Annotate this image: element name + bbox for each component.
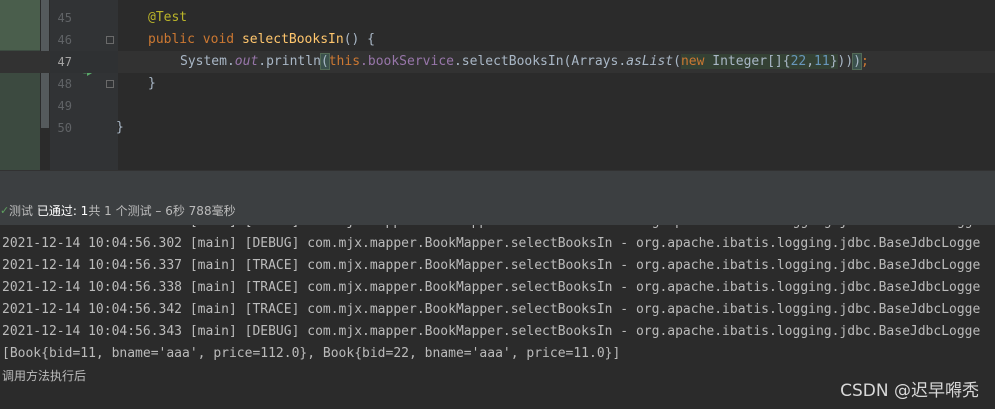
code-text: } <box>116 120 124 135</box>
line-number: 48 <box>57 77 72 91</box>
console-line: 2021-12-14 10:04:56.337 [main] [TRACE] c… <box>2 258 981 273</box>
line-number: 50 <box>57 121 72 135</box>
watermark: CSDN @迟早嘚秃 <box>840 381 979 401</box>
check-icon: ✓ <box>0 204 10 217</box>
code-line-48[interactable]: 48 } <box>0 73 995 95</box>
code-line-46[interactable]: 46 public void selectBooksIn() { <box>0 29 995 76</box>
code-text: System.out.println(this.bookService.sele… <box>180 53 869 70</box>
console-line: 2021-12-14 10:04:56.343 [main] [DEBUG] c… <box>2 324 981 339</box>
console-line: 2021-12-14 10:04:56.302 [main] [DEBUG] c… <box>2 236 981 251</box>
code-line-45[interactable]: 45 @Test <box>0 7 995 29</box>
console-line: 调用方法执行后 <box>2 369 87 383</box>
test-summary: 测试 已通过: 1共 1 个测试 – 6秒 788毫秒 <box>9 204 236 218</box>
fold-icon[interactable] <box>106 80 114 88</box>
code-line-49[interactable]: 49 <box>0 95 995 117</box>
line-number: 49 <box>57 99 72 113</box>
console-line: 2021-12-14 10:04:56.338 [main] [TRACE] c… <box>2 280 981 295</box>
tool-window-toolbar <box>0 170 995 197</box>
code-line-47[interactable]: 47 System.out.println(this.bookService.s… <box>0 51 995 73</box>
line-number: 47 <box>57 55 72 69</box>
console-line: 2021-12-14 10:04:56.342 [main] [TRACE] c… <box>2 302 981 317</box>
line-number: 45 <box>57 11 72 25</box>
code-text: @Test <box>148 10 188 25</box>
test-status-bar: ✓ 测试 已通过: 1共 1 个测试 – 6秒 788毫秒 <box>0 197 995 226</box>
line-number: 46 <box>57 33 72 47</box>
console-line: 2021-12-14 10:04:56.301 [main] [DEBUG] c… <box>2 225 988 233</box>
console-result-line: [Book{bid=11, bname='aaa', price=112.0},… <box>2 346 621 361</box>
code-line-50[interactable]: 50 } <box>0 117 995 139</box>
code-text: public void selectBooksIn() { <box>148 32 375 47</box>
code-text: } <box>148 76 156 91</box>
code-editor[interactable]: 45 @Test 46 public void selectBooksIn() … <box>0 0 995 170</box>
fold-icon[interactable] <box>106 36 114 44</box>
console-output[interactable]: 2021-12-14 10:04:56.301 [main] [DEBUG] c… <box>0 225 995 409</box>
